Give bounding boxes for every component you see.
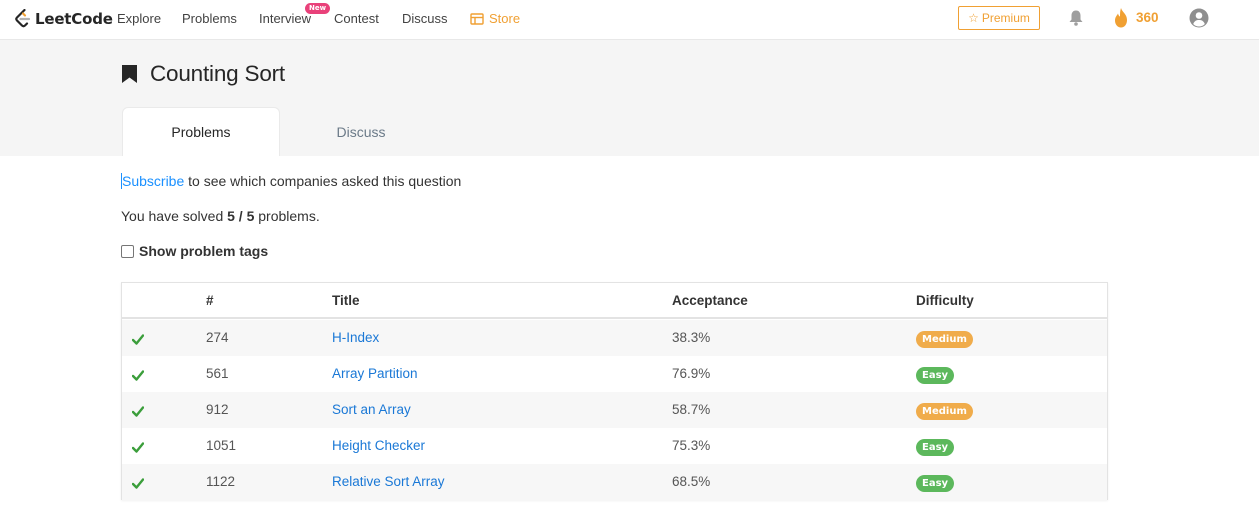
solved-check-icon [131, 404, 145, 422]
difficulty-badge: Easy [916, 439, 955, 456]
difficulty-badge: Medium [916, 331, 973, 348]
table-row: 274 H-Index 38.3% Medium [122, 320, 1107, 356]
flame-icon [1115, 8, 1127, 28]
nav-explore[interactable]: Explore [117, 11, 161, 26]
subscribe-notice: Subscribe to see which companies asked t… [121, 173, 461, 189]
problem-acceptance: 76.9% [672, 366, 711, 381]
problem-title-link[interactable]: Relative Sort Array [332, 474, 445, 489]
solved-check-icon [131, 440, 145, 458]
table-row: 1122 Relative Sort Array 68.5% Easy [122, 464, 1107, 500]
avatar-icon[interactable] [1189, 8, 1209, 28]
solved-check-icon [131, 368, 145, 386]
problem-number: 274 [206, 330, 229, 345]
tab-problems[interactable]: Problems [122, 107, 280, 156]
solved-suffix: problems. [254, 208, 320, 224]
difficulty-badge: Medium [916, 403, 973, 420]
header-band: Counting Sort Problems Discuss [0, 40, 1259, 156]
header-difficulty[interactable]: Difficulty [916, 293, 974, 308]
bell-icon[interactable] [1067, 9, 1085, 27]
star-icon: ☆ [968, 11, 979, 25]
table-header: # Title Acceptance Difficulty [122, 283, 1107, 319]
difficulty-badge: Easy [916, 475, 955, 492]
solved-count: 5 / 5 [227, 208, 255, 224]
problem-title-link[interactable]: Array Partition [332, 366, 418, 381]
streak-count[interactable]: 360 [1136, 10, 1159, 25]
solved-check-icon [131, 476, 145, 494]
tab-discuss-label: Discuss [336, 123, 386, 140]
solved-prefix: You have solved [121, 208, 228, 224]
difficulty-badge: Easy [916, 367, 955, 384]
solved-check-icon [131, 332, 145, 350]
problem-number: 1122 [206, 474, 236, 489]
show-tags-label: Show problem tags [139, 243, 269, 259]
store-icon [470, 12, 484, 25]
table-row: 561 Array Partition 76.9% Easy [122, 356, 1107, 392]
problem-number: 912 [206, 402, 229, 417]
logo-text: LeetCode [35, 10, 113, 28]
nav-problems[interactable]: Problems [182, 11, 237, 26]
header-acceptance[interactable]: Acceptance [672, 293, 748, 308]
tab-problems-label: Problems [171, 124, 231, 140]
table-row: 1051 Height Checker 75.3% Easy [122, 428, 1107, 464]
header-number[interactable]: # [206, 293, 214, 308]
table-row: 912 Sort an Array 58.7% Medium [122, 392, 1107, 428]
problem-acceptance: 38.3% [672, 330, 711, 345]
problem-acceptance: 75.3% [672, 438, 711, 453]
nav-interview[interactable]: Interview [259, 11, 311, 26]
problem-number: 561 [206, 366, 229, 381]
problem-title-link[interactable]: Sort an Array [332, 402, 411, 417]
subscribe-link[interactable]: Subscribe [121, 173, 185, 189]
show-tags-checkbox[interactable] [121, 244, 134, 258]
logo[interactable]: LeetCode [14, 8, 113, 30]
premium-button[interactable]: ☆ Premium [958, 6, 1040, 30]
top-navbar: LeetCode Explore Problems Interview New … [0, 0, 1259, 40]
premium-label: Premium [981, 11, 1030, 25]
solved-summary: You have solved 5 / 5 problems. [121, 208, 320, 224]
show-tags-toggle[interactable]: Show problem tags [121, 243, 268, 259]
header-title[interactable]: Title [332, 293, 360, 308]
nav-contest[interactable]: Contest [334, 11, 379, 26]
problem-acceptance: 68.5% [672, 474, 711, 489]
problem-number: 1051 [206, 438, 237, 453]
new-badge: New [305, 3, 331, 14]
leetcode-logo-icon [15, 9, 31, 28]
problem-title-link[interactable]: H-Index [332, 330, 379, 345]
bookmark-icon[interactable] [121, 64, 138, 84]
subscribe-text: to see which companies asked this questi… [184, 173, 462, 189]
problem-acceptance: 58.7% [672, 402, 711, 417]
store-label: Store [489, 11, 521, 26]
tab-discuss[interactable]: Discuss [282, 107, 440, 156]
problem-title-link[interactable]: Height Checker [332, 438, 425, 453]
nav-discuss[interactable]: Discuss [402, 11, 448, 26]
page-title: Counting Sort [150, 61, 285, 86]
problems-table: # Title Acceptance Difficulty 274 H-Index… [121, 282, 1108, 500]
nav-store[interactable]: Store [470, 11, 520, 26]
